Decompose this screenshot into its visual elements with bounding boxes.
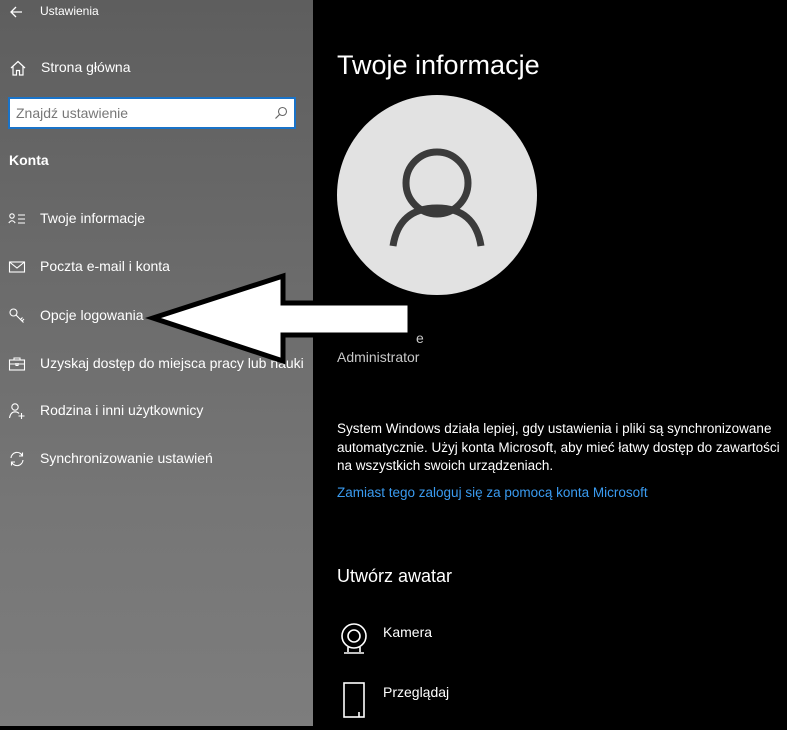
- pointer-arrow-annotation: [144, 272, 413, 365]
